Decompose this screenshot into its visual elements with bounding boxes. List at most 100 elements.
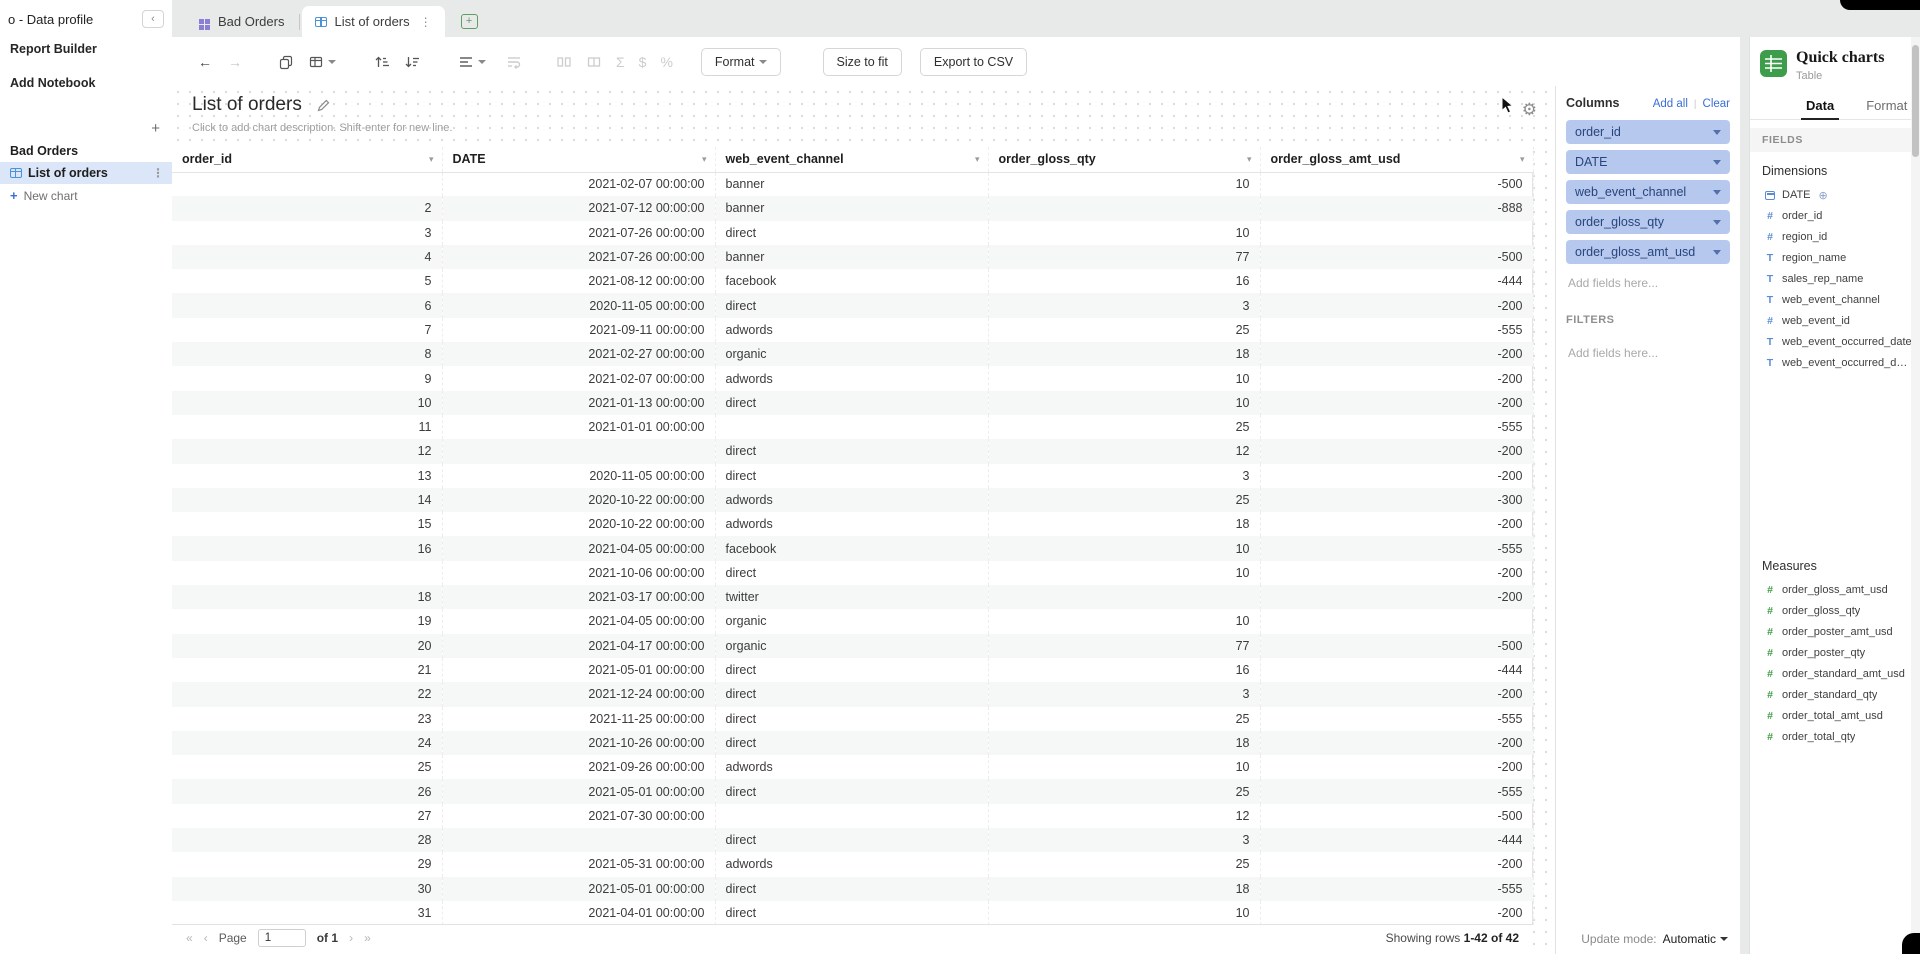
table-cell[interactable]: 12: [988, 439, 1260, 463]
table-cell[interactable]: 10: [172, 391, 442, 415]
chevron-down-icon[interactable]: [1713, 190, 1721, 195]
table-cell[interactable]: 2021-07-12 00:00:00: [442, 196, 715, 220]
table-row[interactable]: 112021-01-01 00:00:0025-555: [172, 415, 1533, 439]
field-item-region_name[interactable]: Tregion_name: [1750, 248, 1920, 269]
table-cell[interactable]: 25: [988, 779, 1260, 803]
add-all-link[interactable]: Add all: [1653, 98, 1688, 110]
table-cell[interactable]: 11: [172, 415, 442, 439]
column-header-order_id[interactable]: order_id▾: [172, 147, 442, 172]
table-cell[interactable]: 2020-10-22 00:00:00: [442, 512, 715, 536]
sort-caret-icon[interactable]: ▾: [429, 154, 434, 165]
tab-format[interactable]: Format: [1866, 92, 1907, 119]
table-row[interactable]: 132020-11-05 00:00:00direct3-200: [172, 464, 1533, 488]
table-cell[interactable]: 3: [988, 464, 1260, 488]
table-row[interactable]: 28direct3-444: [172, 828, 1533, 852]
table-cell[interactable]: -200: [1260, 682, 1533, 706]
table-cell[interactable]: -200: [1260, 852, 1533, 876]
table-cell[interactable]: 21: [172, 658, 442, 682]
table-cell[interactable]: 23: [172, 707, 442, 731]
column-pill-order_id[interactable]: order_id: [1566, 120, 1730, 144]
table-cell[interactable]: 25: [172, 755, 442, 779]
table-cell[interactable]: 16: [988, 658, 1260, 682]
table-cell[interactable]: 10: [988, 366, 1260, 390]
table-cell[interactable]: 2021-05-31 00:00:00: [442, 852, 715, 876]
table-row[interactable]: 272021-07-30 00:00:0012-500: [172, 804, 1533, 828]
table-cell[interactable]: 14: [172, 488, 442, 512]
sort-descending-button[interactable]: [404, 54, 420, 70]
table-cell[interactable]: 22: [172, 682, 442, 706]
back-button[interactable]: ←: [198, 54, 212, 70]
table-cell[interactable]: 25: [988, 415, 1260, 439]
table-row[interactable]: 92021-02-07 00:00:00adwords10-200: [172, 366, 1533, 390]
table-cell[interactable]: facebook: [715, 536, 988, 560]
column-pill-web_event_channel[interactable]: web_event_channel: [1566, 180, 1730, 204]
table-cell[interactable]: 77: [988, 245, 1260, 269]
table-cell[interactable]: -200: [1260, 464, 1533, 488]
field-item-order_id[interactable]: #order_id: [1750, 206, 1920, 227]
table-cell[interactable]: 25: [988, 707, 1260, 731]
chevron-down-icon[interactable]: [1713, 130, 1721, 135]
table-cell[interactable]: 2021-04-17 00:00:00: [442, 634, 715, 658]
table-row[interactable]: 62020-11-05 00:00:00direct3-200: [172, 293, 1533, 317]
field-item-order_standard_amt_usd[interactable]: #order_standard_amt_usd: [1750, 664, 1920, 685]
table-cell[interactable]: [988, 196, 1260, 220]
update-mode-dropdown[interactable]: Automatic: [1663, 932, 1728, 946]
table-row[interactable]: 302021-05-01 00:00:00direct18-555: [172, 877, 1533, 901]
table-cell[interactable]: 2021-12-24 00:00:00: [442, 682, 715, 706]
table-cell[interactable]: 27: [172, 804, 442, 828]
chevron-down-icon[interactable]: [1713, 160, 1721, 165]
table-cell[interactable]: direct: [715, 828, 988, 852]
table-cell[interactable]: [715, 804, 988, 828]
table-row[interactable]: 232021-11-25 00:00:00direct25-555: [172, 707, 1533, 731]
table-cell[interactable]: 18: [988, 342, 1260, 366]
table-cell[interactable]: adwords: [715, 852, 988, 876]
sum-button[interactable]: Σ: [616, 54, 625, 70]
table-cell[interactable]: 2020-10-22 00:00:00: [442, 488, 715, 512]
size-to-fit-button[interactable]: Size to fit: [823, 48, 902, 76]
table-cell[interactable]: 2021-09-26 00:00:00: [442, 755, 715, 779]
field-item-sales_rep_name[interactable]: Tsales_rep_name: [1750, 269, 1920, 290]
sidebar-item-report-builder[interactable]: Report Builder: [0, 36, 172, 62]
duplicate-button[interactable]: [278, 54, 294, 70]
table-cell[interactable]: 30: [172, 877, 442, 901]
table-cell[interactable]: 2: [172, 196, 442, 220]
table-cell[interactable]: direct: [715, 901, 988, 925]
table-cell[interactable]: direct: [715, 658, 988, 682]
table-row[interactable]: 2021-10-06 00:00:00direct10-200: [172, 561, 1533, 585]
field-item-region_id[interactable]: #region_id: [1750, 227, 1920, 248]
table-cell[interactable]: organic: [715, 634, 988, 658]
table-cell[interactable]: -200: [1260, 366, 1533, 390]
table-row[interactable]: 182021-03-17 00:00:00twitter-200: [172, 585, 1533, 609]
table-row[interactable]: 32021-07-26 00:00:00direct10: [172, 221, 1533, 245]
table-cell[interactable]: -444: [1260, 269, 1533, 293]
field-item-order_poster_qty[interactable]: #order_poster_qty: [1750, 643, 1920, 664]
table-cell[interactable]: 2021-05-01 00:00:00: [442, 877, 715, 901]
split-cells-button[interactable]: [586, 54, 602, 70]
table-cell[interactable]: adwords: [715, 755, 988, 779]
table-cell[interactable]: 2021-10-06 00:00:00: [442, 561, 715, 585]
table-row[interactable]: 312021-04-01 00:00:00direct10-200: [172, 901, 1533, 925]
table-cell[interactable]: adwords: [715, 488, 988, 512]
table-row[interactable]: 142020-10-22 00:00:00adwords25-300: [172, 488, 1533, 512]
table-cell[interactable]: -200: [1260, 439, 1533, 463]
table-row[interactable]: 262021-05-01 00:00:00direct25-555: [172, 779, 1533, 803]
next-page-button[interactable]: ›: [349, 931, 353, 945]
table-cell[interactable]: 31: [172, 901, 442, 925]
table-cell[interactable]: -200: [1260, 293, 1533, 317]
column-header-web_event_channel[interactable]: web_event_channel▾: [715, 147, 988, 172]
table-cell[interactable]: [988, 585, 1260, 609]
column-pill-DATE[interactable]: DATE: [1566, 150, 1730, 174]
table-cell[interactable]: 2021-02-07 00:00:00: [442, 366, 715, 390]
column-pill-order_gloss_qty[interactable]: order_gloss_qty: [1566, 210, 1730, 234]
table-cell[interactable]: -200: [1260, 512, 1533, 536]
table-cell[interactable]: 2021-04-05 00:00:00: [442, 609, 715, 633]
table-cell[interactable]: 24: [172, 731, 442, 755]
table-cell[interactable]: -555: [1260, 707, 1533, 731]
table-cell[interactable]: 25: [988, 488, 1260, 512]
table-row[interactable]: 42021-07-26 00:00:00banner77-500: [172, 245, 1533, 269]
table-cell[interactable]: adwords: [715, 318, 988, 342]
sort-caret-icon[interactable]: ▾: [1520, 154, 1525, 165]
table-cell[interactable]: organic: [715, 342, 988, 366]
forward-button[interactable]: →: [228, 54, 242, 70]
first-page-button[interactable]: «: [186, 931, 193, 945]
